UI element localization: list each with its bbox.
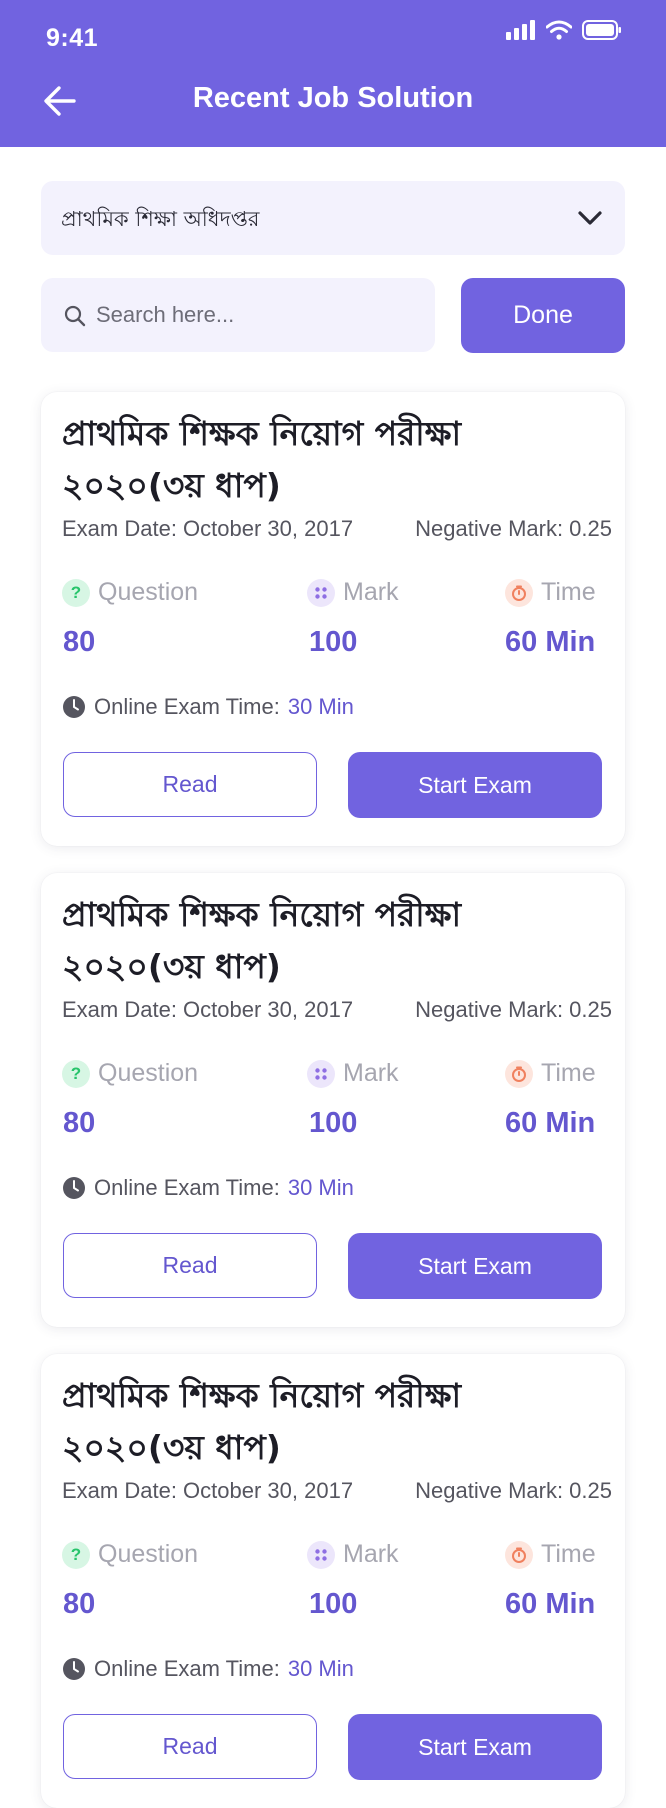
search-box (41, 278, 435, 352)
question-stat-label: ? Question (62, 1059, 198, 1088)
dropdown-selected-value: প্রাথমিক শিক্ষা অধিদপ্তর (61, 207, 260, 231)
question-label: Question (98, 1540, 199, 1568)
clock-icon (63, 1177, 85, 1199)
online-exam-time: Online Exam Time: 30 Min (62, 1175, 354, 1201)
search-icon (64, 305, 86, 327)
status-icons (506, 20, 622, 40)
question-value: 80 (63, 1107, 96, 1139)
question-value: 80 (63, 626, 96, 658)
online-exam-value: 30 Min (287, 1175, 354, 1200)
question-icon: ? (62, 578, 90, 607)
mark-value: 100 (309, 626, 358, 658)
mark-label: Mark (343, 578, 399, 606)
app-header: 9:41 Recent Job Solution (0, 0, 666, 147)
question-stat-label: ? Question (62, 578, 198, 607)
read-button[interactable]: Read (63, 1714, 317, 1779)
category-dropdown[interactable]: প্রাথমিক শিক্ষা অধিদপ্তর (41, 181, 625, 255)
timer-icon (505, 1540, 533, 1569)
battery-icon (582, 20, 621, 40)
exam-title: প্রাথমিক শিক্ষক নিয়োগ পরীক্ষা ২০২০(৩য় … (62, 895, 462, 986)
online-exam-label: Online Exam Time: (94, 1656, 280, 1681)
question-label: Question (98, 1059, 199, 1087)
exam-date: Exam Date: October 30, 2017 (62, 1478, 354, 1503)
exam-date: Exam Date: October 30, 2017 (62, 516, 354, 541)
time-stat-label: Time (505, 578, 596, 607)
grid-icon (307, 1059, 335, 1088)
exam-meta: Exam Date: October 30, 2017 Negative Mar… (62, 997, 612, 1023)
question-label: Question (98, 578, 199, 606)
timer-icon (505, 578, 533, 607)
negative-mark: Negative Mark: 0.25 (415, 997, 612, 1022)
mark-value: 100 (309, 1107, 358, 1139)
question-icon: ? (62, 1540, 90, 1569)
time-stat-label: Time (505, 1540, 596, 1569)
time-stat-label: Time (505, 1059, 596, 1088)
exam-card: প্রাথমিক শিক্ষক নিয়োগ পরীক্ষা ২০২০(৩য় … (41, 1354, 625, 1808)
online-exam-time: Online Exam Time: 30 Min (62, 694, 354, 720)
online-exam-value: 30 Min (287, 694, 354, 719)
online-exam-time: Online Exam Time: 30 Min (62, 1656, 354, 1682)
mark-stat-label: Mark (307, 1059, 399, 1088)
mark-stat-label: Mark (307, 1540, 399, 1569)
status-time: 9:41 (46, 24, 99, 52)
exam-card: প্রাথমিক শিক্ষক নিয়োগ পরীক্ষা ২০২০(৩য় … (41, 873, 625, 1327)
negative-mark: Negative Mark: 0.25 (415, 516, 612, 541)
exam-meta: Exam Date: October 30, 2017 Negative Mar… (62, 516, 612, 542)
start-exam-button[interactable]: Start Exam (348, 1714, 602, 1780)
question-stat-label: ? Question (62, 1540, 198, 1569)
clock-icon (63, 1658, 85, 1680)
exam-title: প্রাথমিক শিক্ষক নিয়োগ পরীক্ষা ২০২০(৩য় … (62, 1376, 462, 1467)
exam-meta: Exam Date: October 30, 2017 Negative Mar… (62, 1478, 612, 1504)
time-label: Time (541, 1059, 596, 1087)
read-button[interactable]: Read (63, 1233, 317, 1298)
wifi-icon (546, 20, 572, 40)
page-title: Recent Job Solution (192, 82, 474, 114)
online-exam-value: 30 Min (287, 1656, 354, 1681)
grid-icon (307, 578, 335, 607)
time-label: Time (541, 578, 596, 606)
chevron-down-icon (578, 211, 602, 225)
online-exam-label: Online Exam Time: (94, 1175, 280, 1200)
clock-icon (63, 696, 85, 718)
time-value: 60 Min (505, 1588, 596, 1620)
mark-label: Mark (343, 1059, 399, 1087)
start-exam-button[interactable]: Start Exam (348, 752, 602, 818)
mark-label: Mark (343, 1540, 399, 1568)
mark-value: 100 (309, 1588, 358, 1620)
negative-mark: Negative Mark: 0.25 (415, 1478, 612, 1503)
start-exam-button[interactable]: Start Exam (348, 1233, 602, 1299)
time-label: Time (541, 1540, 596, 1568)
time-value: 60 Min (505, 1107, 596, 1139)
time-value: 60 Min (505, 626, 596, 658)
search-input[interactable] (96, 278, 416, 352)
question-value: 80 (63, 1588, 96, 1620)
done-button[interactable]: Done (461, 278, 625, 353)
read-button[interactable]: Read (63, 752, 317, 817)
timer-icon (505, 1059, 533, 1088)
exam-card: প্রাথমিক শিক্ষক নিয়োগ পরীক্ষা ২০২০(৩য় … (41, 392, 625, 846)
grid-icon (307, 1540, 335, 1569)
question-icon: ? (62, 1059, 90, 1088)
online-exam-label: Online Exam Time: (94, 694, 280, 719)
mark-stat-label: Mark (307, 578, 399, 607)
exam-date: Exam Date: October 30, 2017 (62, 997, 354, 1022)
signal-icon (506, 20, 535, 40)
exam-title: প্রাথমিক শিক্ষক নিয়োগ পরীক্ষা ২০২০(৩য় … (62, 414, 462, 505)
